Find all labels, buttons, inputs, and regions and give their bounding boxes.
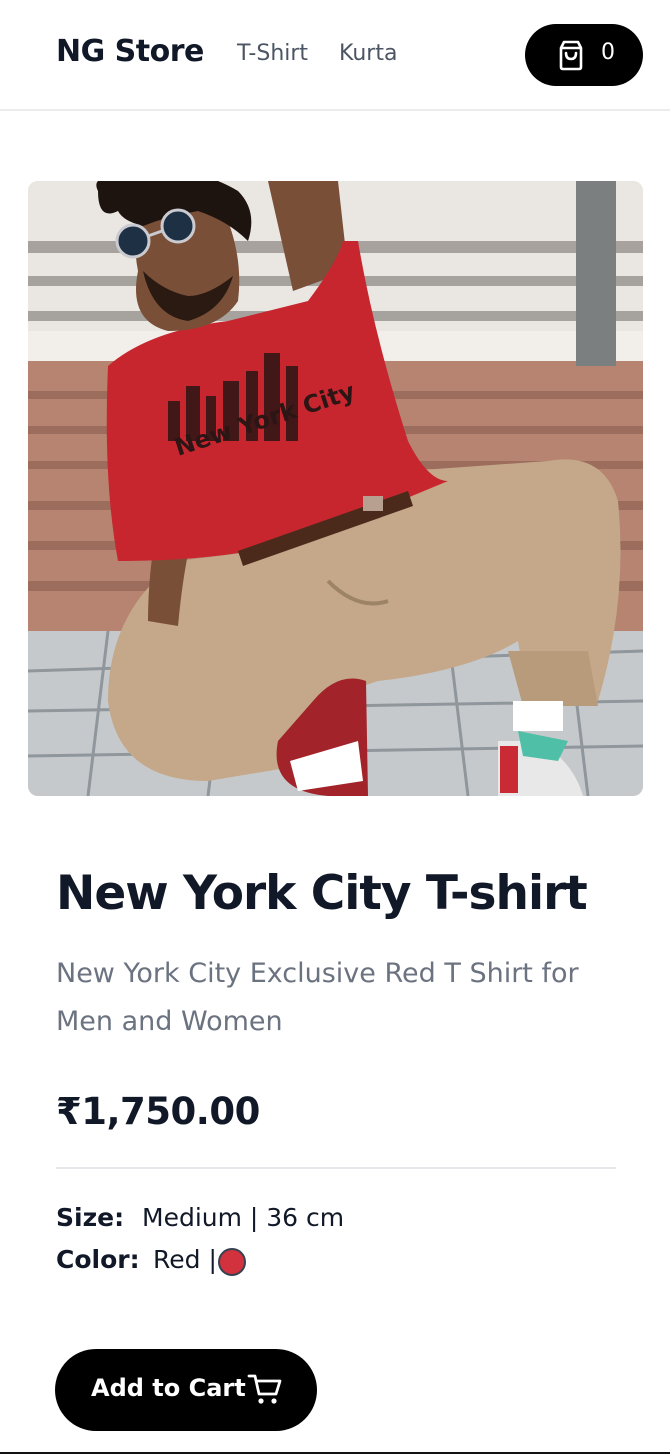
color-label: Color: xyxy=(56,1245,140,1274)
color-swatch xyxy=(218,1248,246,1276)
product-price: ₹1,750.00 xyxy=(56,1090,260,1133)
product-image[interactable]: New York City xyxy=(28,181,643,796)
add-to-cart-label: Add to Cart xyxy=(91,1374,246,1402)
brand-logo[interactable]: NG Store xyxy=(56,34,204,69)
product-photo: New York City xyxy=(28,181,643,796)
nav-link-tshirt[interactable]: T-Shirt xyxy=(237,41,308,66)
site-header: NG Store T-Shirt Kurta 0 xyxy=(0,0,670,111)
size-label: Size: xyxy=(56,1203,125,1232)
size-value: Medium | 36 cm xyxy=(142,1203,345,1232)
product-description: New York City Exclusive Red T Shirt for … xyxy=(56,958,579,1037)
divider xyxy=(56,1167,616,1169)
cart-button[interactable]: 0 xyxy=(525,24,643,86)
nav-link-kurta[interactable]: Kurta xyxy=(339,41,397,66)
product-title: New York City T-shirt xyxy=(56,866,588,921)
color-value: Red | xyxy=(153,1245,217,1274)
add-to-cart-button[interactable]: Add to Cart xyxy=(55,1349,317,1431)
shopping-cart-icon xyxy=(247,1374,282,1404)
shopping-bag-icon xyxy=(559,40,583,71)
cart-count: 0 xyxy=(601,40,615,65)
